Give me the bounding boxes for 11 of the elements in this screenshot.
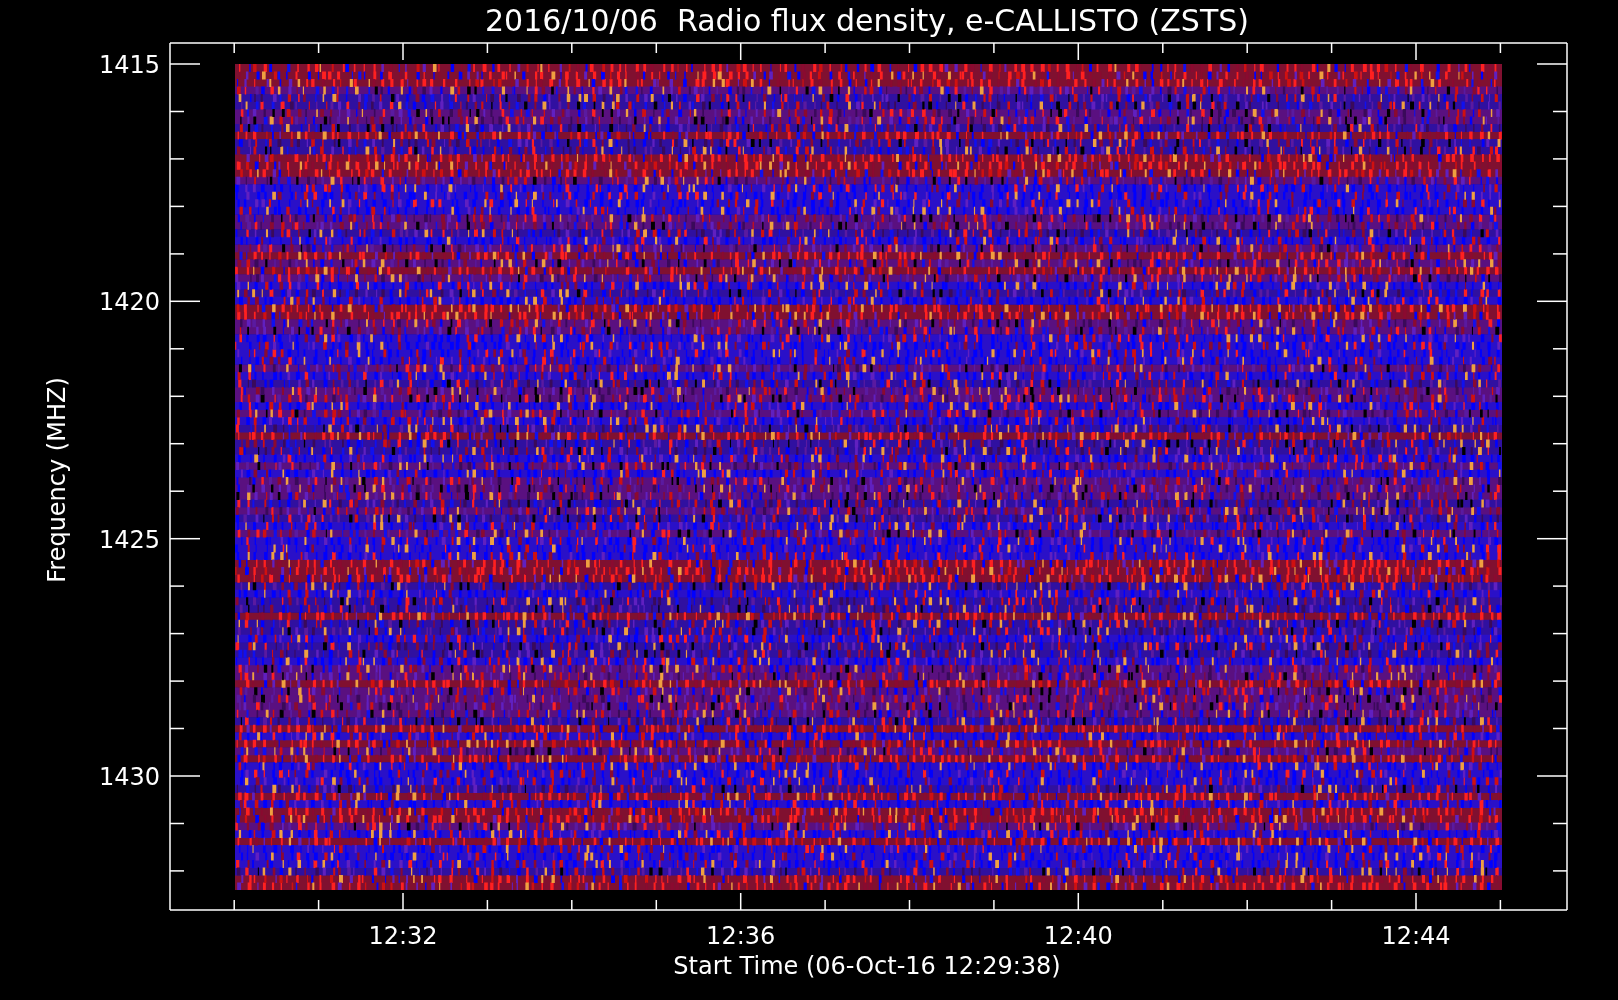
chart-title: 2016/10/06 Radio flux density, e-CALLISTO (ZSTS) — [485, 3, 1249, 38]
x-tick-label: 12:44 — [1381, 922, 1451, 950]
y-tick-label: 1430 — [98, 763, 160, 791]
y-axis-label: Frequency (MHZ) — [43, 377, 71, 583]
x-tick-label: 12:40 — [1043, 922, 1113, 950]
y-tick-label: 1420 — [98, 288, 160, 317]
x-axis-label: Start Time (06-Oct-16 12:29:38) — [673, 952, 1061, 980]
x-tick-label: 12:32 — [368, 922, 438, 950]
y-tick-label: 1415 — [98, 51, 160, 79]
x-tick-label: 12:36 — [706, 922, 776, 950]
y-tick-label: 1425 — [98, 525, 160, 554]
